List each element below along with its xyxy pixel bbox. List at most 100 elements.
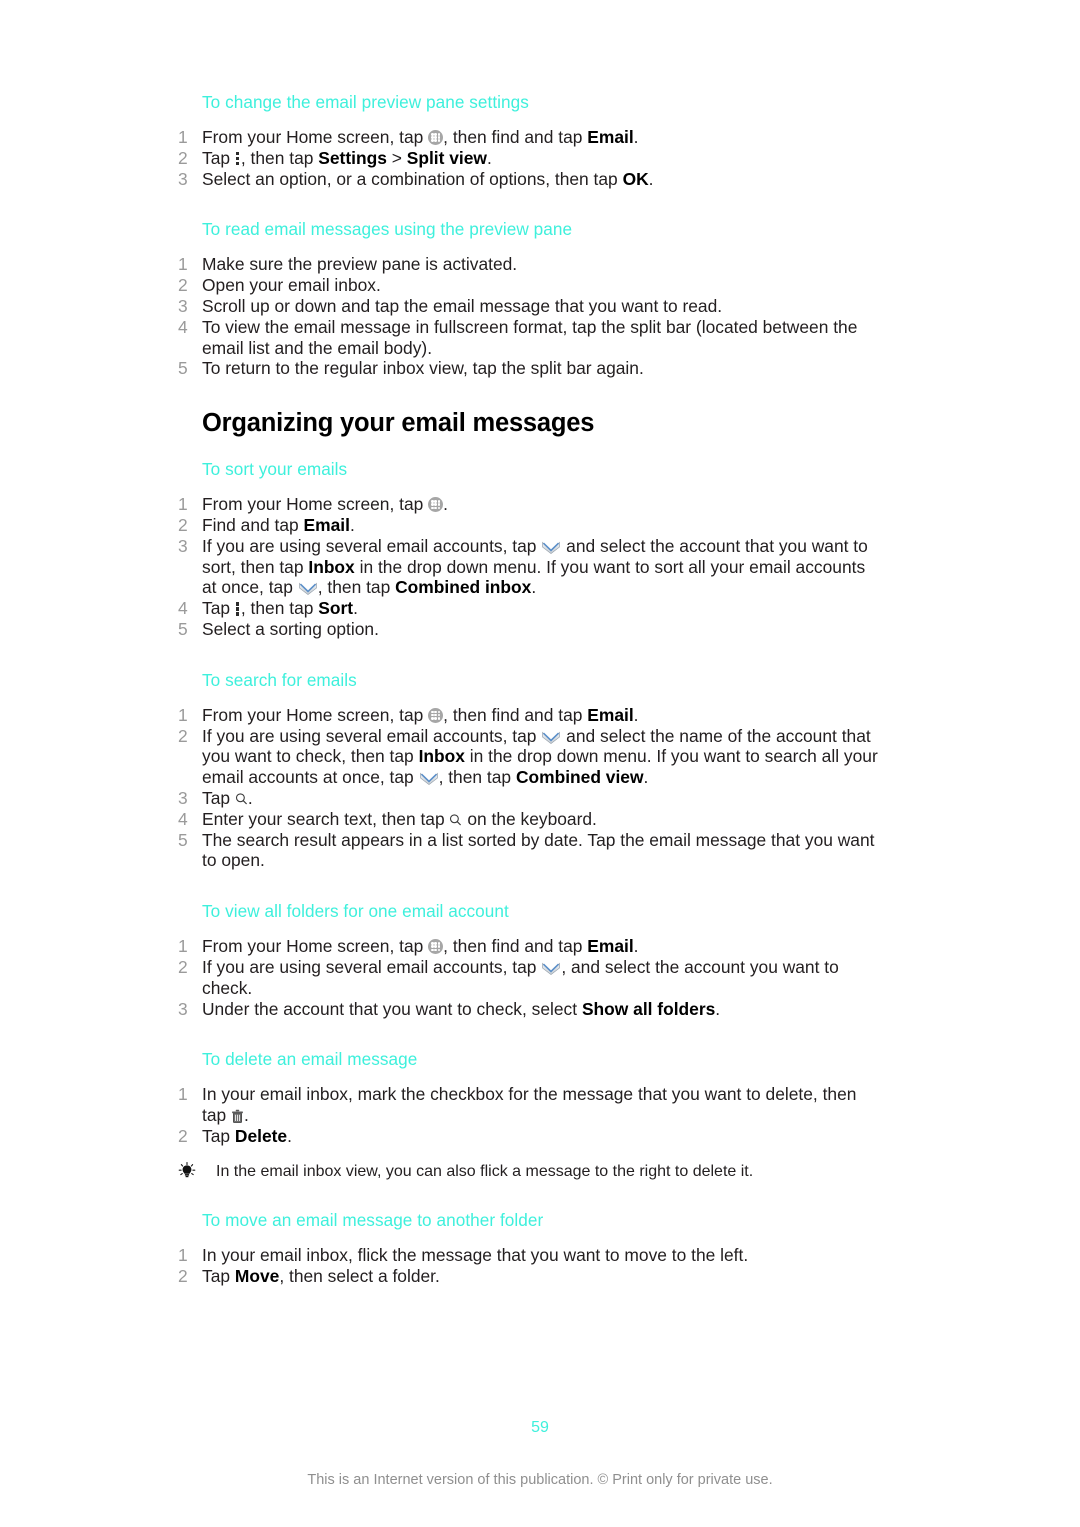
step-number: 1 [178,704,188,725]
list-item: 1 From your Home screen, tap , then find… [178,936,878,957]
apps-grid-icon [428,707,444,723]
list-item: 1 Make sure the preview pane is activate… [178,254,878,275]
overflow-menu-icon [235,601,241,616]
step-list-preview-settings: 1 From your Home screen, tap , then find… [178,127,878,189]
step-text: From your Home screen, tap , then find a… [202,936,639,957]
apps-grid-icon [428,497,444,513]
list-item: 5 To return to the regular inbox view, t… [178,358,878,379]
step-text: If you are using several email accounts,… [202,535,868,598]
list-item: 3 Scroll up or down and tap the email me… [178,296,878,317]
list-item: 2 Open your email inbox. [178,275,878,296]
step-text: Select a sorting option. [202,618,379,639]
list-item: 2 Tap , then tap Settings > Split view. [178,148,878,169]
step-text: Tap , then tap Sort. [202,598,358,619]
step-number: 3 [178,998,188,1019]
step-number: 2 [178,725,188,746]
step-text: Select an option, or a combination of op… [202,168,654,189]
list-item: 4 Tap , then tap Sort. [178,598,878,619]
search-icon [235,792,248,806]
step-number: 5 [178,618,188,639]
bold-settings: Settings [318,147,387,168]
step-number: 5 [178,358,188,379]
manual-page: To change the email preview pane setting… [0,0,1080,1527]
step-number: 5 [178,829,188,850]
list-item: 1 In your email inbox, mark the checkbox… [178,1084,878,1126]
procedure-title-delete-message: To delete an email message [202,1049,418,1070]
step-text: Tap Move, then select a folder. [202,1265,440,1286]
bold-email: Email [587,936,634,957]
bold-combined-inbox: Combined inbox [395,577,532,598]
list-item: 1 From your Home screen, tap , then find… [178,705,878,726]
bold-sort: Sort [318,598,354,619]
chevron-down-icon [541,961,561,976]
step-list-move-message: 1 In your email inbox, flick the message… [178,1245,878,1287]
bold-email: Email [587,704,634,725]
list-item: 3 If you are using several email account… [178,536,878,598]
tip-text: In the email inbox view, you can also fl… [216,1162,754,1180]
step-number: 3 [178,535,188,556]
step-text: Tap . [202,787,253,808]
step-list-read-preview: 1 Make sure the preview pane is activate… [178,254,878,379]
list-item: 2 Tap Delete. [178,1126,878,1147]
bold-inbox: Inbox [308,556,355,577]
page-title: Organizing your email messages [202,409,595,438]
bold-email: Email [303,514,350,535]
bold-show-all-folders: Show all folders [581,998,716,1019]
bold-ok: OK [622,168,649,189]
search-icon [449,813,462,827]
step-number: 2 [178,1265,188,1286]
page-number: 59 [531,1419,549,1436]
list-item: 3 Select an option, or a combination of … [178,169,878,190]
procedure-title-sort-emails: To sort your emails [202,459,348,480]
step-number: 2 [178,514,188,535]
step-text: In your email inbox, mark the checkbox f… [202,1084,857,1126]
list-item: 4 To view the email message in fullscree… [178,317,878,359]
step-text: Enter your search text, then tap on the … [202,808,597,829]
procedure-title-view-folders: To view all folders for one email accoun… [202,901,509,922]
step-number: 1 [178,1084,188,1105]
list-item: 2 Find and tap Email. [178,515,878,536]
chevron-down-icon [298,581,318,596]
step-text: To return to the regular inbox view, tap… [202,358,644,379]
list-item: 2 If you are using several email account… [178,726,878,788]
step-number: 4 [178,808,188,829]
procedure-title-move-message: To move an email message to another fold… [202,1209,544,1230]
step-number: 1 [178,1244,188,1265]
step-text: Tap , then tap Settings > Split view. [202,147,492,168]
step-text: In your email inbox, flick the message t… [202,1244,749,1265]
step-text: Tap Delete. [202,1125,292,1146]
list-item: 5 The search result appears in a list so… [178,830,878,872]
step-text: To view the email message in fullscreen … [202,316,858,358]
bold-move: Move [234,1265,280,1286]
bold-email: Email [587,127,634,147]
step-text: Scroll up or down and tap the email mess… [202,295,723,316]
step-text: The search result appears in a list sort… [202,829,875,871]
lightbulb-icon [178,1161,196,1180]
overflow-menu-icon [235,151,241,166]
chevron-down-icon [541,730,561,745]
step-list-view-folders: 1 From your Home screen, tap , then find… [178,936,878,1019]
step-text: If you are using several email accounts,… [202,956,839,998]
trash-icon [231,1109,244,1124]
bold-inbox: Inbox [418,746,465,767]
procedure-title-preview-settings: To change the email preview pane setting… [202,92,529,112]
bold-combined-view: Combined view [515,767,644,788]
step-number: 2 [178,1125,188,1146]
step-number: 2 [178,147,188,168]
bold-delete: Delete [234,1125,288,1146]
apps-grid-icon [428,130,444,145]
list-item: 2 Tap Move, then select a folder. [178,1266,878,1287]
list-item: 1 From your Home screen, tap . [178,494,878,515]
list-item: 1 In your email inbox, flick the message… [178,1245,878,1266]
list-item: 5 Select a sorting option. [178,619,878,640]
step-text: From your Home screen, tap , then find a… [202,704,639,725]
apps-grid-icon [428,939,444,955]
tip-note: In the email inbox view, you can also fl… [178,1161,878,1182]
step-number: 1 [178,494,188,515]
list-item: 3 Under the account that you want to che… [178,999,878,1020]
step-text: Find and tap Email. [202,514,355,535]
step-number: 1 [178,936,188,957]
chevron-down-icon [541,540,561,555]
step-number: 2 [178,956,188,977]
step-number: 3 [178,168,188,189]
